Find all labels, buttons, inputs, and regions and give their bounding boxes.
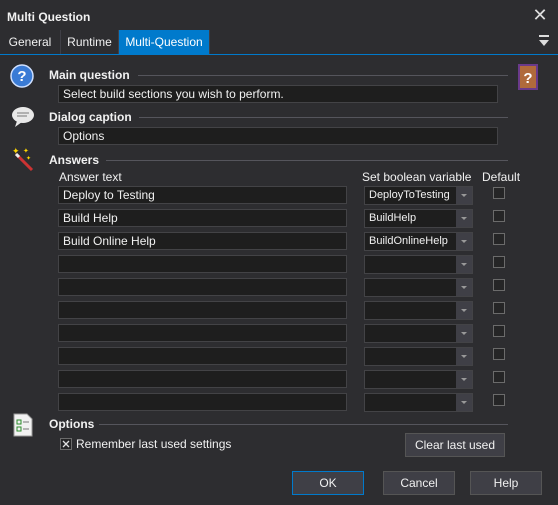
remember-settings-label: Remember last used settings <box>76 437 232 451</box>
svg-text:✦: ✦ <box>26 155 31 162</box>
default-checkbox-7[interactable] <box>493 325 505 337</box>
chevron-down-icon <box>456 233 472 250</box>
checkmark-icon <box>62 440 70 448</box>
main-question-divider <box>138 75 508 76</box>
remember-settings-checkbox[interactable] <box>60 438 72 450</box>
answer-text-input-3[interactable]: Build Online Help <box>58 232 347 250</box>
boolean-variable-select-6[interactable] <box>364 301 473 320</box>
dialog-caption-heading: Dialog caption <box>49 110 132 124</box>
boolean-variable-select-1[interactable]: DeployToTesting <box>364 186 473 205</box>
tab-bar: General Runtime Multi-Question <box>0 30 558 55</box>
boolean-variable-select-5[interactable] <box>364 278 473 297</box>
answer-text-input-2[interactable]: Build Help <box>58 209 347 227</box>
dialog-caption-divider <box>139 117 508 118</box>
default-checkbox-6[interactable] <box>493 302 505 314</box>
answers-heading: Answers <box>49 153 100 167</box>
chevron-down-icon <box>456 394 472 411</box>
answer-text-input-6[interactable] <box>58 301 347 319</box>
boolean-variable-select-10[interactable] <box>364 393 473 412</box>
title-bar: Multi Question ✕ <box>0 0 558 30</box>
answer-text-column-header: Answer text <box>59 170 122 184</box>
answer-text-input-5[interactable] <box>58 278 347 296</box>
chevron-down-icon <box>456 371 472 388</box>
chevron-down-icon <box>456 256 472 273</box>
svg-text:✦: ✦ <box>23 147 29 155</box>
cancel-button[interactable]: Cancel <box>383 471 455 495</box>
boolean-variable-select-8[interactable] <box>364 347 473 366</box>
chevron-down-icon <box>456 279 472 296</box>
answers-divider <box>106 160 508 161</box>
tab-menu-icon[interactable] <box>536 33 552 49</box>
boolean-variable-value-3: BuildOnlineHelp <box>369 235 448 247</box>
help-question-icon: ? <box>10 64 34 88</box>
boolean-variable-select-9[interactable] <box>364 370 473 389</box>
chevron-down-icon <box>456 187 472 204</box>
boolean-variable-select-7[interactable] <box>364 324 473 343</box>
answer-text-input-10[interactable] <box>58 393 347 411</box>
main-question-input[interactable]: Select build sections you wish to perfor… <box>58 85 498 103</box>
tab-runtime[interactable]: Runtime <box>61 30 119 54</box>
chevron-down-icon <box>456 302 472 319</box>
options-divider <box>99 424 508 425</box>
checklist-icon <box>13 413 33 437</box>
answer-text-input-9[interactable] <box>58 370 347 388</box>
default-checkbox-3[interactable] <box>493 233 505 245</box>
default-checkbox-4[interactable] <box>493 256 505 268</box>
svg-text:✦: ✦ <box>12 146 20 156</box>
boolean-variable-select-3[interactable]: BuildOnlineHelp <box>364 232 473 251</box>
main-question-heading: Main question <box>49 68 130 82</box>
chevron-down-icon <box>456 348 472 365</box>
help-button[interactable]: Help <box>470 471 542 495</box>
default-checkbox-8[interactable] <box>493 348 505 360</box>
default-checkbox-5[interactable] <box>493 279 505 291</box>
boolean-variable-value-2: BuildHelp <box>369 212 417 224</box>
answer-text-input-8[interactable] <box>58 347 347 365</box>
dialog-caption-input[interactable]: Options <box>58 127 498 145</box>
boolean-variable-value-1: DeployToTesting <box>369 189 450 201</box>
default-checkbox-2[interactable] <box>493 210 505 222</box>
clear-last-used-button[interactable]: Clear last used <box>405 433 505 457</box>
default-column-header: Default <box>482 170 521 184</box>
svg-text:?: ? <box>17 68 26 85</box>
default-checkbox-1[interactable] <box>493 187 505 199</box>
ok-button[interactable]: OK <box>292 471 364 495</box>
speech-bubble-icon <box>12 107 34 127</box>
chevron-down-icon <box>456 325 472 342</box>
boolean-variable-column-header: Set boolean variable <box>362 170 472 184</box>
close-icon[interactable]: ✕ <box>530 5 550 25</box>
boolean-variable-select-2[interactable]: BuildHelp <box>364 209 473 228</box>
help-book-icon[interactable]: ? <box>517 64 539 90</box>
options-heading: Options <box>49 417 95 431</box>
magic-wand-icon: ✦ ✦ ✦ <box>12 146 34 172</box>
default-checkbox-10[interactable] <box>493 394 505 406</box>
tab-general[interactable]: General <box>0 30 61 54</box>
answer-text-input-4[interactable] <box>58 255 347 273</box>
window-title: Multi Question <box>7 10 91 24</box>
chevron-down-icon <box>456 210 472 227</box>
default-checkbox-9[interactable] <box>493 371 505 383</box>
boolean-variable-select-4[interactable] <box>364 255 473 274</box>
answer-text-input-7[interactable] <box>58 324 347 342</box>
answer-text-input-1[interactable]: Deploy to Testing <box>58 186 347 204</box>
tab-multi-question[interactable]: Multi-Question <box>119 30 210 54</box>
svg-text:?: ? <box>523 70 532 87</box>
